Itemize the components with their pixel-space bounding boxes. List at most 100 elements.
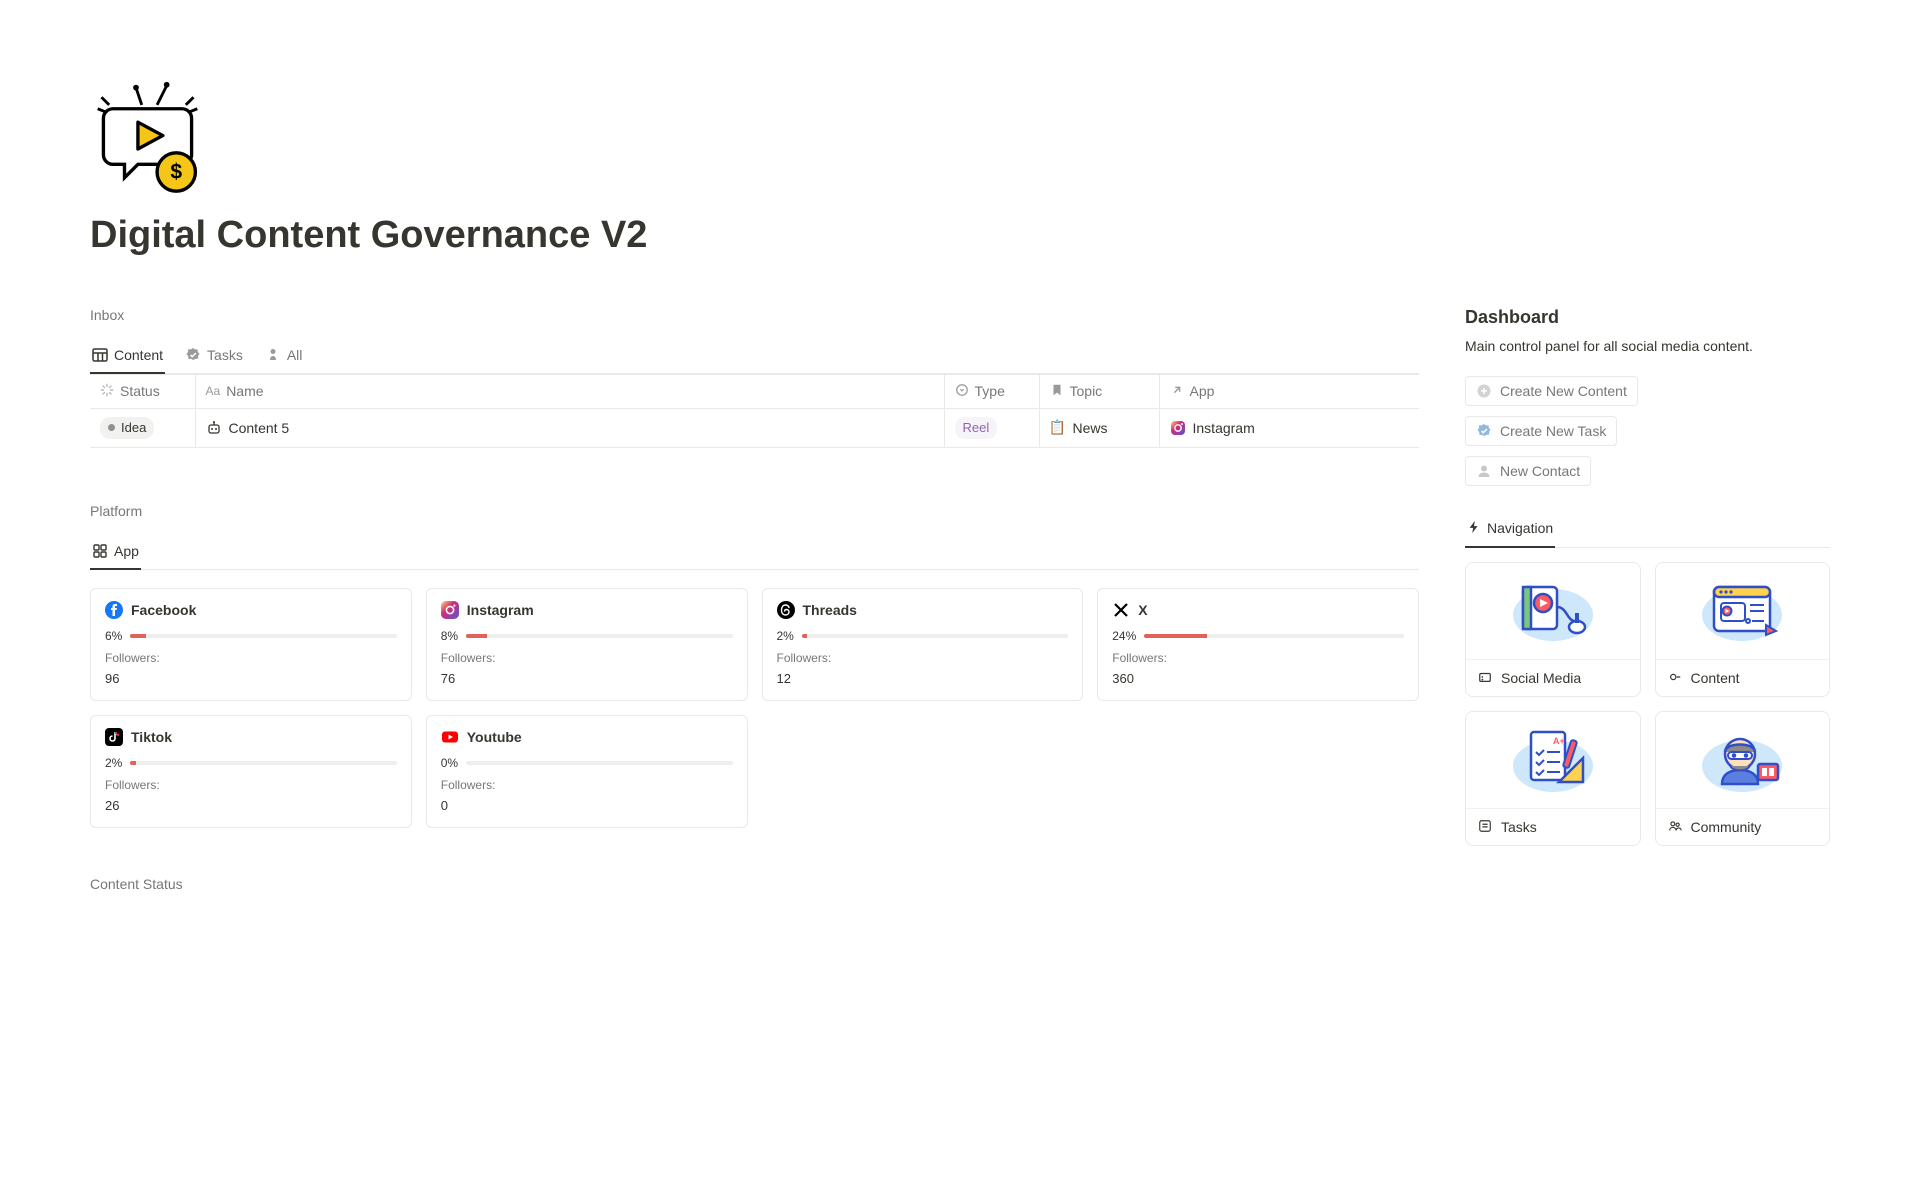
platform-section-label: Platform (90, 503, 1419, 519)
text-aa-icon: Aa (206, 384, 221, 398)
chevron-circle-icon (955, 383, 969, 400)
navigation-tabs: Navigation (1465, 514, 1830, 548)
platform-card-grid: Facebook 6% Followers: 96 Instagram8%Followe… (90, 588, 1419, 828)
threads-icon (777, 601, 795, 619)
platform-card-followers-label: Followers: (105, 778, 397, 792)
col-status[interactable]: Status (90, 374, 195, 408)
table-row[interactable]: Idea Content 5 Reel 📋 News Instagram (90, 408, 1419, 447)
tiktok-icon (105, 728, 123, 746)
people-icon (1668, 819, 1684, 835)
check-badge-icon (1476, 423, 1492, 439)
tab-all[interactable]: All (263, 341, 305, 374)
platform-card-name: Youtube (467, 729, 522, 745)
tab-tasks[interactable]: Tasks (183, 341, 245, 374)
instagram-icon (1170, 420, 1186, 436)
platform-card-followers: 12 (777, 671, 1069, 686)
col-name[interactable]: AaName (195, 374, 944, 408)
platform-card[interactable]: Facebook6%Followers:96 (90, 588, 412, 701)
youtube-icon (441, 728, 459, 746)
platform-card[interactable]: Instagram8%Followers:76 (426, 588, 748, 701)
platform-card[interactable]: Tiktok 2% Followers: 26 (90, 715, 412, 828)
platform-card[interactable]: Youtube0%Followers:0 (426, 715, 748, 828)
nav-card-social-media[interactable]: Social Media (1465, 562, 1641, 697)
check-badge-icon (185, 347, 201, 363)
arrow-up-right-icon (1170, 383, 1184, 400)
progress-bar (466, 634, 732, 638)
navigation-card-grid: Social Media (1465, 562, 1830, 846)
progress-bar (466, 761, 732, 765)
platform-tabs: App (90, 537, 1419, 570)
platform-card-pct: 6% (105, 629, 122, 643)
platform-card-pct: 8% (441, 629, 458, 643)
tab-tasks-label: Tasks (207, 347, 243, 363)
svg-text:$: $ (170, 161, 182, 184)
lightning-icon (1467, 520, 1481, 537)
new-contact-button[interactable]: New Contact (1465, 456, 1591, 486)
platform-card-name: Facebook (131, 602, 196, 618)
platform-card-name: Threads (803, 602, 857, 618)
col-topic[interactable]: Topic (1039, 374, 1159, 408)
grid-icon (92, 543, 108, 559)
robot-page-icon (206, 420, 222, 436)
status-pill: Idea (100, 417, 154, 439)
plus-circle-icon (1476, 383, 1492, 399)
platform-card-pct: 0% (441, 756, 458, 770)
svg-text:A+: A+ (1553, 736, 1565, 746)
content-status-section-label: Content Status (90, 876, 1419, 892)
list-icon (1478, 819, 1494, 835)
col-type[interactable]: Type (944, 374, 1039, 408)
platform-card-followers: 26 (105, 798, 397, 813)
create-new-task-button[interactable]: Create New Task (1465, 416, 1617, 446)
board-icon (92, 347, 108, 363)
nav-card-community[interactable]: Community (1655, 711, 1831, 846)
tab-content[interactable]: Content (90, 341, 165, 374)
platform-card-followers-label: Followers: (441, 778, 733, 792)
platform-card-followers: 96 (105, 671, 397, 686)
page-hero-icon: $ (90, 80, 205, 195)
nav-card-content[interactable]: Content (1655, 562, 1831, 697)
dashboard-subtitle: Main control panel for all social media … (1465, 338, 1830, 354)
type-pill: Reel (955, 417, 998, 439)
platform-card-followers: 76 (441, 671, 733, 686)
nav-card-thumb (1466, 563, 1640, 659)
platform-card[interactable]: X24% Followers: 360 (1097, 588, 1419, 701)
clipboard-icon: 📋 (1050, 420, 1066, 436)
platform-card[interactable]: Threads 2% Followers: 12 (762, 588, 1084, 701)
platform-card-followers-label: Followers: (777, 651, 1069, 665)
progress-bar (130, 634, 396, 638)
col-app[interactable]: App (1159, 374, 1419, 408)
tab-app-label: App (114, 543, 139, 559)
x-icon (1112, 601, 1130, 619)
row-topic: News (1073, 420, 1108, 436)
bookmark-icon (1050, 383, 1064, 400)
facebook-icon (105, 601, 123, 619)
row-app: Instagram (1193, 420, 1255, 436)
page-icon (1668, 670, 1684, 686)
progress-bar (802, 634, 1068, 638)
platform-card-pct: 2% (777, 629, 794, 643)
tab-all-label: All (287, 347, 303, 363)
inbox-table: Status AaName Type Topic App Idea Conten… (90, 374, 1419, 448)
tab-navigation[interactable]: Navigation (1465, 514, 1555, 548)
pawn-icon (265, 347, 281, 363)
platform-card-name: Tiktok (131, 729, 172, 745)
platform-card-followers-label: Followers: (1112, 651, 1404, 665)
platform-card-pct: 2% (105, 756, 122, 770)
table-header-row: Status AaName Type Topic App (90, 374, 1419, 408)
platform-card-name: X (1138, 602, 1147, 618)
nav-card-tasks[interactable]: A+ Tasks (1465, 711, 1641, 846)
progress-bar (1144, 634, 1404, 638)
page-title: Digital Content Governance V2 (90, 213, 1830, 259)
platform-card-followers: 360 (1112, 671, 1404, 686)
row-name: Content 5 (229, 420, 290, 436)
tab-app[interactable]: App (90, 537, 141, 570)
nav-card-thumb: A+ (1466, 712, 1640, 808)
create-new-content-button[interactable]: Create New Content (1465, 376, 1638, 406)
dashboard-title: Dashboard (1465, 307, 1830, 328)
instagram-icon (441, 601, 459, 619)
platform-card-pct: 24% (1112, 629, 1136, 643)
tab-content-label: Content (114, 347, 163, 363)
page-icon (1478, 670, 1494, 686)
status-spinner-icon (100, 383, 114, 400)
dashboard-actions: Create New Content Create New Task New C… (1465, 376, 1830, 486)
